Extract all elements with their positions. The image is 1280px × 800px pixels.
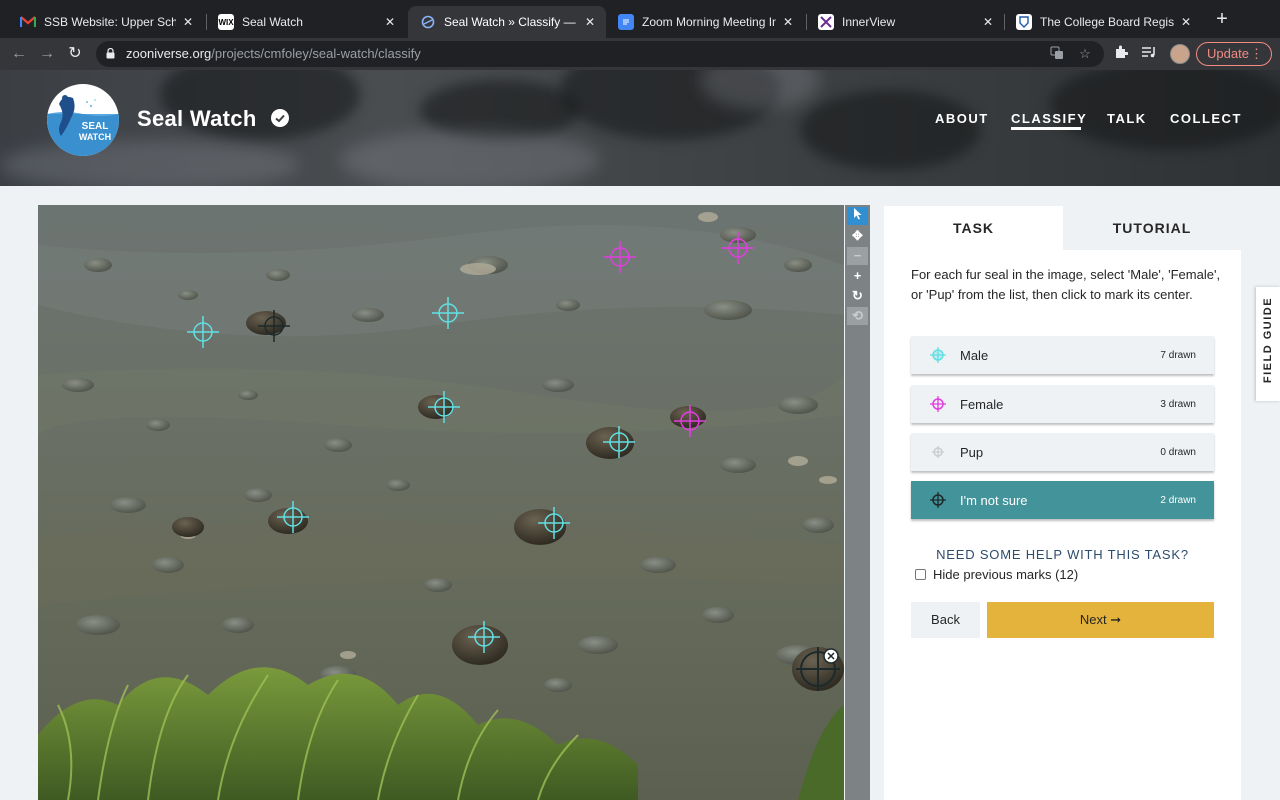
docs-icon bbox=[618, 14, 634, 30]
choice-not-sure[interactable]: I'm not sure 2 drawn bbox=[911, 481, 1214, 519]
project-header: SEAL WATCH Seal Watch ABOUT CLASSIFY TAL… bbox=[0, 70, 1280, 186]
browser-tab[interactable]: SSB Website: Upper School ✕ bbox=[8, 6, 204, 38]
close-icon[interactable]: ✕ bbox=[780, 15, 796, 29]
reset-icon[interactable]: ⟲ bbox=[847, 307, 868, 325]
project-title[interactable]: Seal Watch bbox=[137, 106, 257, 132]
subject-image[interactable] bbox=[38, 205, 844, 800]
field-guide-tab[interactable]: FIELD GUIDE bbox=[1256, 287, 1280, 401]
address-bar[interactable]: zooniverse.org/projects/cmfoley/seal-wat… bbox=[96, 41, 1104, 67]
crosshair-unsure-icon bbox=[930, 492, 946, 508]
gmail-icon bbox=[20, 14, 36, 30]
choice-label: Pup bbox=[960, 445, 984, 460]
tab-title: Seal Watch bbox=[242, 15, 303, 29]
update-button[interactable]: Update ⋮ bbox=[1196, 42, 1272, 66]
lock-icon bbox=[106, 48, 115, 59]
choice-label: Female bbox=[960, 397, 1004, 412]
tab-task[interactable]: TASK bbox=[884, 206, 1063, 250]
field-guide-label: FIELD GUIDE bbox=[1262, 296, 1274, 384]
url-text: zooniverse.org/projects/cmfoley/seal-wat… bbox=[126, 46, 421, 61]
nav-talk[interactable]: TALK bbox=[1107, 111, 1147, 126]
hide-marks-row[interactable]: Hide previous marks (12) bbox=[915, 567, 1078, 582]
task-panel: TASK TUTORIAL For each fur seal in the i… bbox=[884, 206, 1241, 800]
choice-count: 0 drawn bbox=[1160, 447, 1196, 458]
delete-mark-icon[interactable] bbox=[823, 648, 839, 664]
rotate-icon[interactable]: ↻ bbox=[847, 287, 868, 305]
tab-title: InnerView bbox=[842, 15, 896, 29]
innerview-icon bbox=[818, 14, 834, 30]
choice-label: Male bbox=[960, 348, 989, 363]
browser-tab[interactable]: The College Board Registration ✕ bbox=[1004, 6, 1202, 38]
bookmark-star-icon[interactable]: ☆ bbox=[1077, 46, 1093, 62]
logo-text-line2: WATCH bbox=[79, 132, 111, 142]
media-control-icon[interactable] bbox=[1139, 44, 1159, 64]
choice-male[interactable]: Male 7 drawn bbox=[911, 336, 1214, 374]
choice-female[interactable]: Female 3 drawn bbox=[911, 385, 1214, 423]
browser-tab[interactable]: InnerView ✕ bbox=[806, 6, 1004, 38]
choice-count: 2 drawn bbox=[1160, 495, 1196, 506]
hide-marks-checkbox[interactable] bbox=[915, 569, 926, 580]
browser-tab-active[interactable]: Seal Watch » Classify — Zooniverse ✕ bbox=[408, 6, 606, 38]
help-link[interactable]: NEED SOME HELP WITH THIS TASK? bbox=[911, 547, 1214, 562]
close-icon[interactable]: ✕ bbox=[582, 15, 598, 29]
pointer-tool-icon[interactable] bbox=[847, 207, 868, 225]
choice-count: 3 drawn bbox=[1160, 399, 1196, 410]
subject-canvas[interactable] bbox=[38, 205, 844, 800]
tab-title: The College Board Registration bbox=[1040, 15, 1174, 29]
choice-pup[interactable]: Pup 0 drawn bbox=[911, 433, 1214, 471]
back-button[interactable]: Back bbox=[911, 602, 980, 638]
hide-marks-label: Hide previous marks (12) bbox=[933, 567, 1079, 582]
tab-title: SSB Website: Upper School bbox=[44, 15, 176, 29]
wix-icon: WIX bbox=[218, 14, 234, 30]
browser-tab-bar: SSB Website: Upper School ✕ WIX Seal Wat… bbox=[0, 0, 1280, 38]
back-arrow-icon[interactable]: ← bbox=[8, 43, 30, 65]
move-tool-icon[interactable]: ✥ bbox=[847, 227, 868, 245]
seal-watch-logo[interactable]: SEAL WATCH bbox=[47, 84, 119, 156]
next-button[interactable]: Next ➞ bbox=[987, 602, 1214, 638]
crosshair-female-icon bbox=[930, 396, 946, 412]
tab-title: Seal Watch » Classify — Zooniverse bbox=[444, 15, 578, 29]
college-board-icon bbox=[1016, 14, 1032, 30]
tab-tutorial[interactable]: TUTORIAL bbox=[1063, 206, 1241, 250]
choice-count: 7 drawn bbox=[1160, 350, 1196, 361]
zooniverse-icon bbox=[420, 14, 436, 30]
active-nav-underline bbox=[1011, 127, 1081, 130]
profile-avatar[interactable] bbox=[1170, 44, 1190, 64]
browser-tab[interactable]: WIX Seal Watch ✕ bbox=[206, 6, 406, 38]
crosshair-male-icon bbox=[930, 347, 946, 363]
more-menu-icon: ⋮ bbox=[1250, 46, 1263, 61]
close-icon[interactable]: ✕ bbox=[382, 15, 398, 29]
logo-text-line1: SEAL bbox=[82, 121, 109, 132]
zoom-in-icon[interactable]: + bbox=[847, 267, 868, 285]
image-toolbar: ✥ − + ↻ ⟲ bbox=[845, 205, 870, 800]
zoom-out-icon[interactable]: − bbox=[847, 247, 868, 265]
extensions-icon[interactable] bbox=[1111, 44, 1131, 64]
close-icon[interactable]: ✕ bbox=[980, 15, 996, 29]
crosshair-pup-icon bbox=[932, 446, 944, 458]
nav-collect[interactable]: COLLECT bbox=[1170, 111, 1242, 126]
translate-icon[interactable] bbox=[1049, 46, 1065, 62]
close-icon[interactable]: ✕ bbox=[1178, 15, 1194, 29]
tab-title: Zoom Morning Meeting Information bbox=[642, 15, 776, 29]
reload-icon[interactable]: ↻ bbox=[64, 43, 86, 65]
choice-label: I'm not sure bbox=[960, 493, 1028, 508]
verified-check-icon bbox=[271, 109, 289, 127]
task-instruction: For each fur seal in the image, select '… bbox=[911, 267, 1221, 302]
browser-toolbar: ← → ↻ zooniverse.org/projects/cmfoley/se… bbox=[0, 38, 1280, 70]
nav-about[interactable]: ABOUT bbox=[935, 111, 989, 126]
new-tab-icon[interactable]: + bbox=[1212, 9, 1232, 29]
nav-classify[interactable]: CLASSIFY bbox=[1011, 111, 1087, 126]
forward-arrow-icon[interactable]: → bbox=[36, 43, 58, 65]
close-icon[interactable]: ✕ bbox=[180, 15, 196, 29]
browser-tab[interactable]: Zoom Morning Meeting Information ✕ bbox=[606, 6, 804, 38]
